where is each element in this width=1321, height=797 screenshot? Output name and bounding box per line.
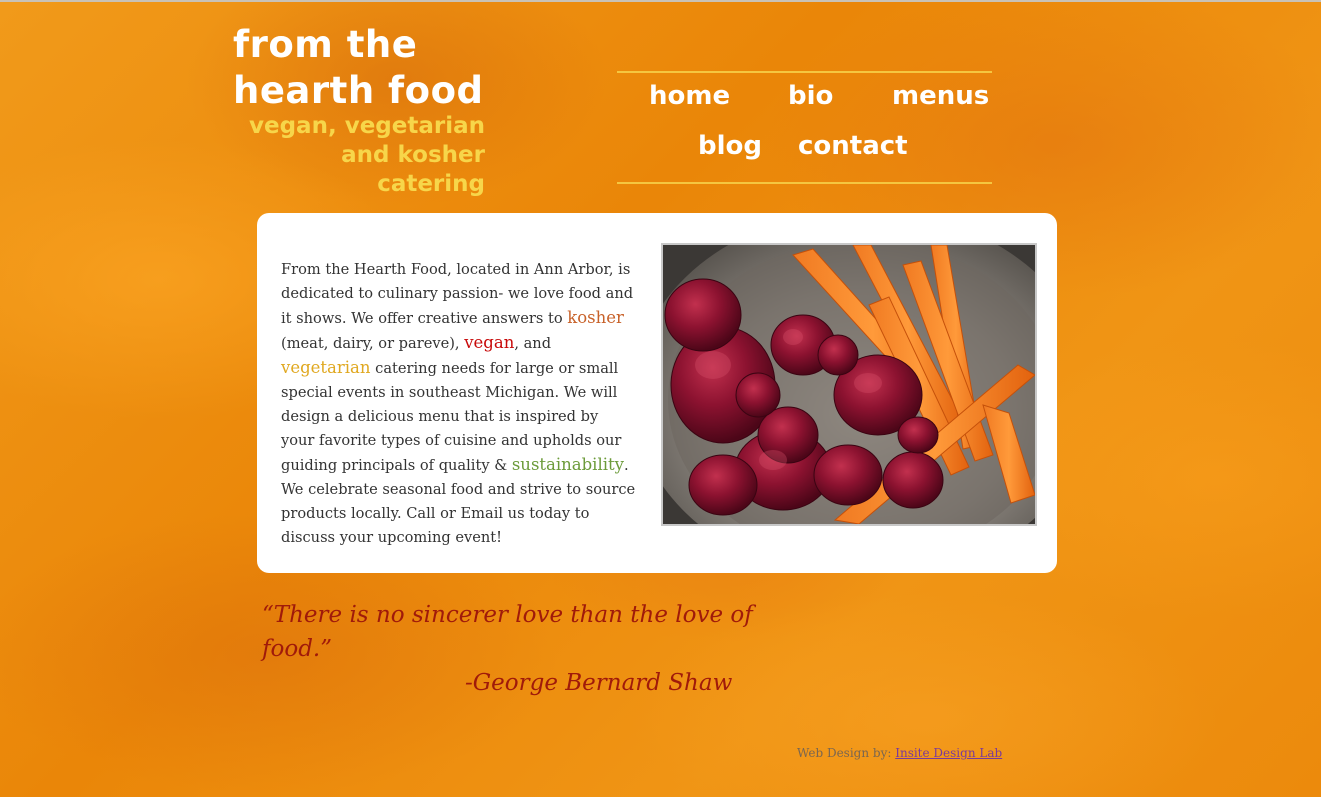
quote-text: “There is no sincerer love than the love… [262, 602, 753, 662]
nav-bio-link[interactable]: bio [788, 81, 833, 111]
beets-carrots-photo [661, 243, 1037, 526]
logo-title: From the Hearth Food [233, 22, 485, 114]
footer-credit: Web Design by: Insite Design Lab [797, 746, 1002, 760]
credit-link[interactable]: Insite Design Lab [895, 746, 1002, 760]
food-quote: “There is no sincerer love than the love… [262, 598, 822, 700]
nav-menus-link[interactable]: menus [892, 81, 989, 111]
content-panel: From the Hearth Food, located in Ann Arb… [257, 213, 1057, 573]
intro-paragraph: From the Hearth Food, located in Ann Arb… [281, 258, 636, 550]
intro-text-3: , and [514, 334, 552, 352]
nav-home-link[interactable]: home [649, 81, 730, 111]
nav-blog-link[interactable]: blog [698, 131, 762, 161]
intro-text-2: (meat, dairy, or pareve), [281, 334, 465, 352]
sustainability-highlight: sustainability [511, 454, 624, 474]
kosher-highlight: kosher [567, 307, 624, 327]
logo-tagline: vegan, vegetarian and kosher catering [249, 113, 485, 197]
quote-author: -George Bernard Shaw [465, 670, 733, 696]
vegan-highlight: vegan [464, 332, 515, 352]
top-border [0, 0, 1321, 2]
vegetarian-highlight: vegetarian [281, 357, 371, 377]
main-nav: home bio menus blog contact [617, 71, 992, 184]
nav-contact-link[interactable]: contact [798, 131, 908, 161]
credit-prefix: Web Design by: [797, 746, 896, 760]
logo-title-line2: Hearth Food [233, 69, 484, 112]
site-logo[interactable]: From the Hearth Food vegan, vegetarian a… [233, 22, 485, 199]
bowl-illustration [663, 245, 1035, 524]
logo-title-line1: From the [233, 23, 418, 66]
